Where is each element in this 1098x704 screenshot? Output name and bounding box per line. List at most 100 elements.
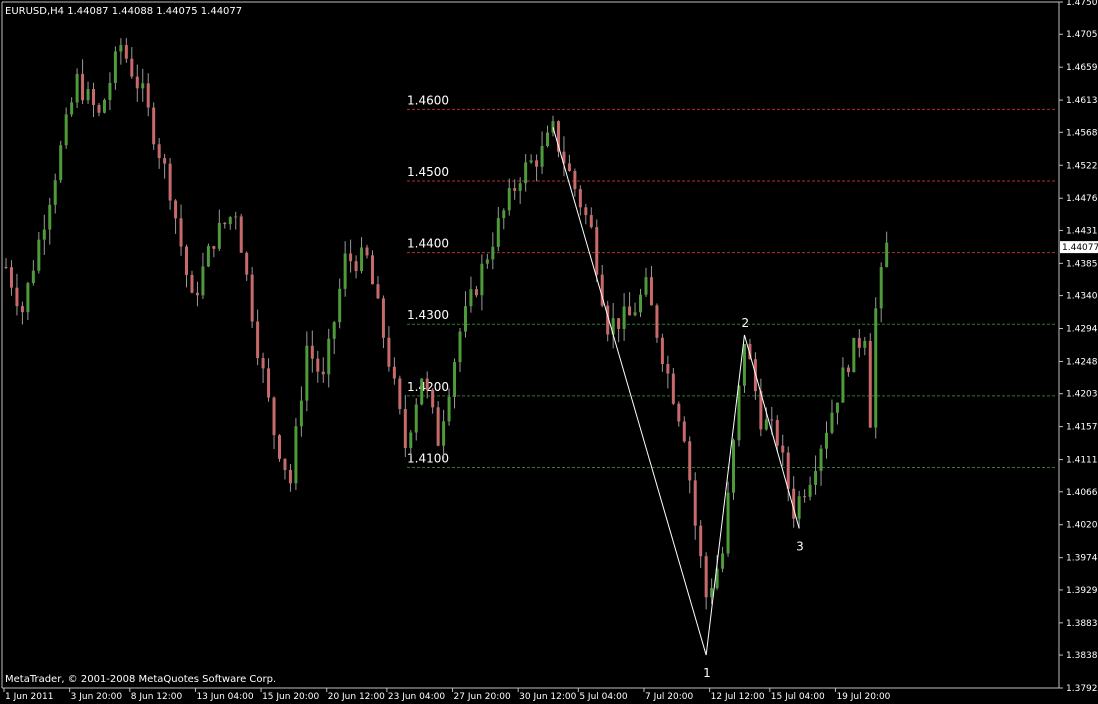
candle-body: [639, 294, 643, 313]
candle-body: [92, 89, 96, 106]
candle-body: [628, 306, 632, 316]
x-tick-label: 12 Jul 12:00: [711, 692, 765, 702]
candle-body: [102, 99, 106, 113]
candle-body: [797, 496, 801, 519]
candle-body: [283, 458, 287, 470]
candle-body: [781, 445, 785, 453]
level-label: 1.4600: [407, 93, 449, 107]
candle-body: [474, 289, 478, 296]
candle-body: [272, 397, 276, 436]
candle-body: [502, 210, 506, 219]
candles: [4, 38, 889, 610]
candle-body: [365, 247, 369, 256]
candle-body: [256, 321, 260, 359]
candle-body: [288, 469, 292, 484]
candle-body: [124, 45, 128, 59]
candle-body: [764, 419, 768, 430]
candle-body: [633, 312, 637, 316]
candle-body: [354, 261, 358, 272]
x-tick-label: 5 Jul 04:00: [579, 692, 628, 702]
candle-body: [163, 158, 167, 164]
level-label: 1.4100: [407, 451, 449, 465]
y-tick-label: 1.46590: [1066, 63, 1098, 73]
candle-body: [496, 218, 500, 247]
candle-body: [546, 132, 550, 147]
candle-body: [15, 287, 19, 307]
y-tick-label: 1.47500: [1066, 0, 1098, 8]
candle-body: [42, 229, 46, 240]
candle-body: [168, 163, 172, 201]
candle-body: [786, 452, 790, 489]
candle-body: [693, 480, 697, 526]
candle-body: [480, 263, 484, 296]
candle-body: [874, 308, 878, 428]
wave-line: [743, 334, 800, 529]
candle-body: [414, 404, 418, 433]
y-tick-label: 1.42940: [1066, 325, 1098, 335]
candle-body: [316, 358, 320, 372]
candle-body: [152, 107, 156, 145]
price-chart[interactable]: 1.46001.45001.44001.43001.42001.4100 123…: [0, 0, 1098, 704]
y-tick-label: 1.39740: [1066, 554, 1098, 564]
candle-body: [157, 144, 161, 159]
candle-body: [595, 227, 599, 275]
y-tick-label: 1.41570: [1066, 423, 1098, 433]
candle-body: [584, 207, 588, 216]
candle-body: [463, 306, 467, 332]
candle-body: [830, 412, 834, 433]
candle-body: [453, 362, 457, 397]
y-tick-label: 1.41110: [1066, 456, 1098, 466]
candle-body: [688, 441, 692, 481]
candle-body: [294, 426, 298, 484]
candle-body: [885, 242, 889, 268]
candle-body: [742, 343, 746, 386]
candle-body: [737, 385, 741, 441]
symbol-header: EURUSD,H4 1.44087 1.44088 1.44075 1.4407…: [5, 6, 242, 17]
candle-body: [660, 337, 664, 364]
candle-body: [589, 215, 593, 228]
candle-body: [868, 340, 872, 428]
candle-body: [825, 432, 828, 449]
x-tick-label: 7 Jul 20:00: [645, 692, 694, 702]
candle-body: [381, 298, 385, 338]
x-tick-label: 20 Jun 12:00: [328, 692, 385, 702]
candle-body: [113, 51, 117, 83]
candle-body: [97, 105, 101, 113]
candle-body: [59, 145, 63, 181]
y-tick-label: 1.44310: [1066, 226, 1098, 236]
candle-body: [857, 337, 861, 348]
candle-body: [469, 289, 473, 307]
candle-body: [321, 371, 325, 375]
candle-body: [376, 284, 380, 299]
candle-body: [622, 306, 626, 329]
candle-body: [26, 283, 30, 313]
candle-body: [409, 432, 413, 449]
x-tick-label: 23 Jun 04:00: [388, 692, 445, 702]
candle-body: [578, 189, 582, 208]
wave-line: [552, 127, 707, 656]
candle-body: [206, 246, 210, 267]
candle-body: [726, 492, 730, 554]
candle-body: [338, 288, 342, 323]
x-tick-label: 3 Jun 20:00: [71, 692, 123, 702]
x-tick-label: 13 Jun 04:00: [196, 692, 253, 702]
candle-body: [343, 253, 347, 289]
candle-body: [146, 83, 150, 108]
candle-body: [370, 255, 374, 285]
candle-body: [485, 259, 489, 264]
level-label: 1.4300: [407, 308, 449, 322]
copyright-label: MetaTrader, © 2001-2008 MetaQuotes Softw…: [5, 674, 276, 685]
y-tick-label: 1.47050: [1066, 30, 1098, 40]
candle-body: [223, 222, 227, 225]
candle-body: [130, 58, 134, 77]
x-tick-label: 15 Jul 04:00: [771, 692, 825, 702]
x-tick-label: 8 Jun 12:00: [131, 692, 183, 702]
candle-body: [64, 114, 68, 146]
candle-body: [37, 239, 41, 271]
candle-body: [573, 170, 577, 190]
axes: 1.47500 1.47050 1.46590 1.46130 1.45680 1.452…: [1, 0, 1098, 702]
y-tick-label: 1.42480: [1066, 357, 1098, 367]
candle-body: [53, 180, 57, 205]
candle-body: [770, 419, 774, 421]
candle-body: [567, 163, 571, 171]
